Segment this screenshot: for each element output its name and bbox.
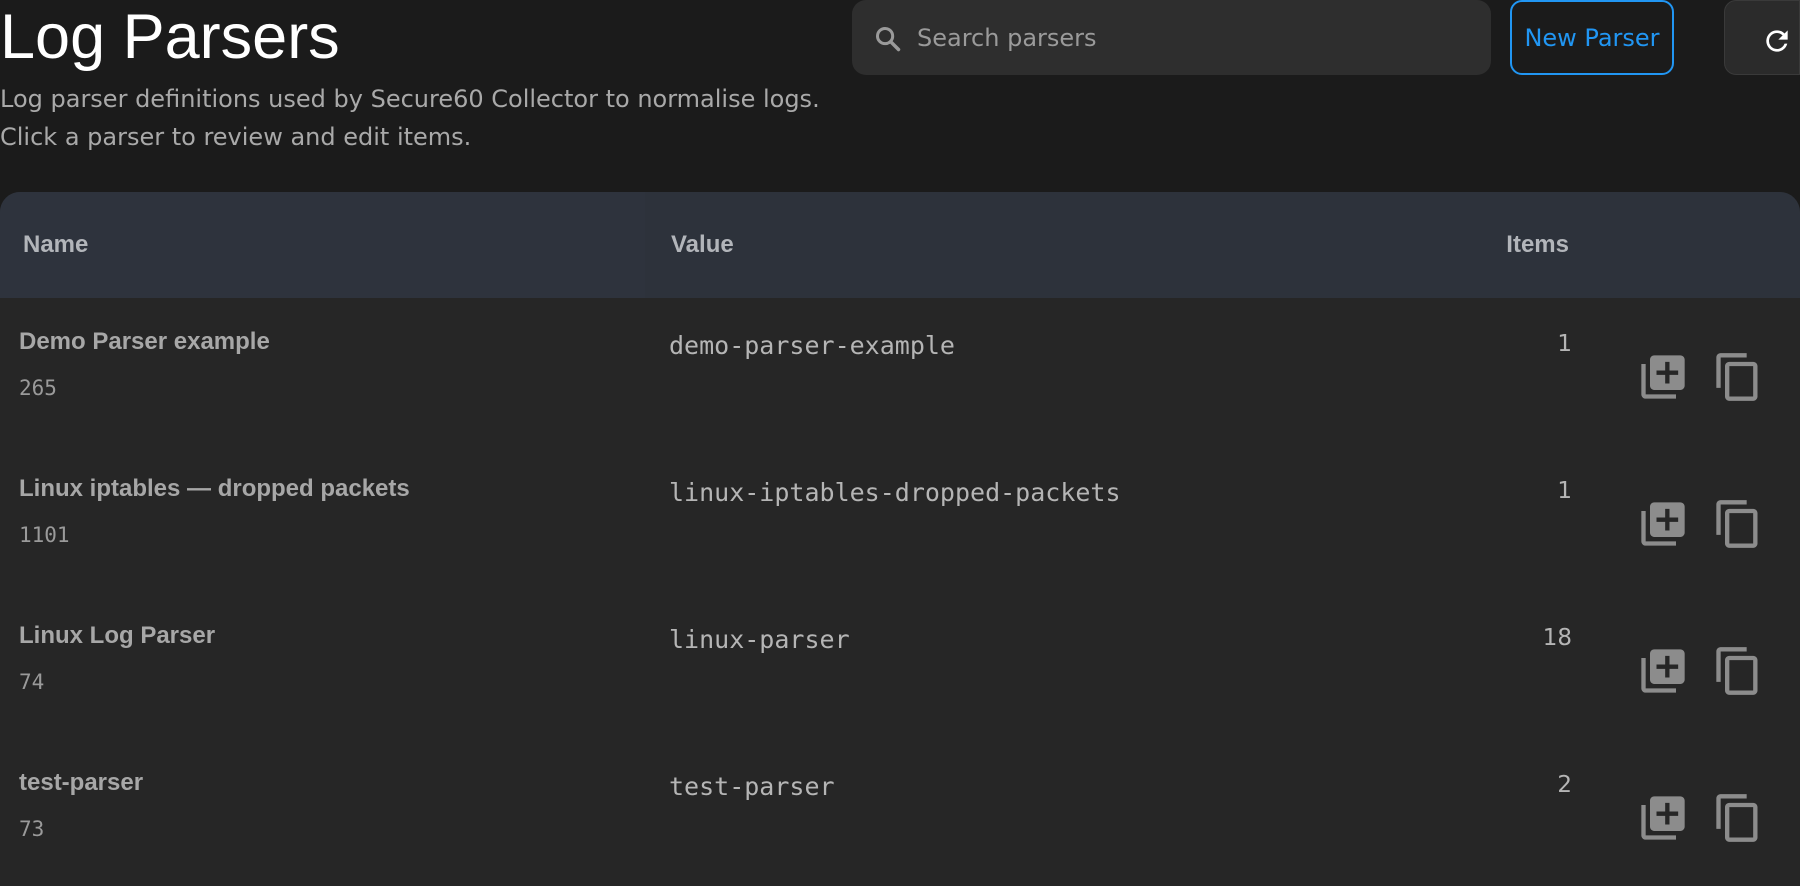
duplicate-button[interactable] <box>1712 792 1764 844</box>
duplicate-button[interactable] <box>1712 645 1764 697</box>
column-header-items[interactable]: Items <box>1499 192 1569 298</box>
table-header: Name Value Items <box>0 192 1800 298</box>
parser-name: test-parser <box>19 769 144 796</box>
page-title: Log Parsers <box>0 2 340 72</box>
page-description: Log parser definitions used by Secure60 … <box>0 80 820 156</box>
parser-items-count: 2 <box>1557 772 1572 798</box>
column-header-name[interactable]: Name <box>23 192 88 298</box>
add-item-button[interactable] <box>1637 645 1689 697</box>
parser-value: linux-parser <box>669 625 850 654</box>
search-input[interactable] <box>915 0 1477 75</box>
parser-items-count: 18 <box>1542 625 1572 651</box>
parser-name: Linux iptables — dropped packets <box>19 475 410 502</box>
parser-value: demo-parser-example <box>669 331 955 360</box>
parser-name: Linux Log Parser <box>19 622 216 649</box>
table-row[interactable]: Linux iptables — dropped packets 1101 li… <box>0 445 1800 592</box>
add-item-button[interactable] <box>1637 792 1689 844</box>
add-item-button[interactable] <box>1637 351 1689 403</box>
parser-id: 73 <box>19 817 45 841</box>
refresh-icon <box>1766 30 1788 52</box>
table-row[interactable]: Linux Log Parser 74 linux-parser 18 <box>0 592 1800 739</box>
search-box[interactable] <box>852 0 1491 75</box>
add-item-icon <box>1641 796 1685 840</box>
column-header-value[interactable]: Value <box>671 192 734 298</box>
table-row[interactable]: Demo Parser example 265 demo-parser-exam… <box>0 298 1800 445</box>
parser-name: Demo Parser example <box>19 328 270 355</box>
parser-value: linux-iptables-dropped-packets <box>669 478 1121 507</box>
table-row[interactable]: test-parser 73 test-parser 2 <box>0 739 1800 886</box>
duplicate-icon <box>1716 794 1758 842</box>
new-parser-button[interactable]: New Parser <box>1510 0 1674 75</box>
add-item-icon <box>1641 649 1685 693</box>
duplicate-button[interactable] <box>1712 498 1764 550</box>
duplicate-icon <box>1716 647 1758 695</box>
parser-items-count: 1 <box>1557 331 1572 357</box>
add-item-icon <box>1641 355 1685 399</box>
page-description-line: Click a parser to review and edit items. <box>0 123 472 151</box>
refresh-button[interactable] <box>1724 0 1800 75</box>
parser-value: test-parser <box>669 772 835 801</box>
add-item-icon <box>1641 502 1685 546</box>
parser-id: 74 <box>19 670 45 694</box>
page-description-line: Log parser definitions used by Secure60 … <box>0 85 820 113</box>
duplicate-icon <box>1716 353 1758 401</box>
duplicate-button[interactable] <box>1712 351 1764 403</box>
search-icon <box>874 25 902 53</box>
log-parsers-page: Log Parsers Log parser definitions used … <box>0 0 1800 886</box>
parser-id: 1101 <box>19 523 70 547</box>
duplicate-icon <box>1716 500 1758 548</box>
parser-items-count: 1 <box>1557 478 1572 504</box>
add-item-button[interactable] <box>1637 498 1689 550</box>
parsers-table: Name Value Items Demo Parser example 265… <box>0 192 1800 886</box>
parser-id: 265 <box>19 376 57 400</box>
